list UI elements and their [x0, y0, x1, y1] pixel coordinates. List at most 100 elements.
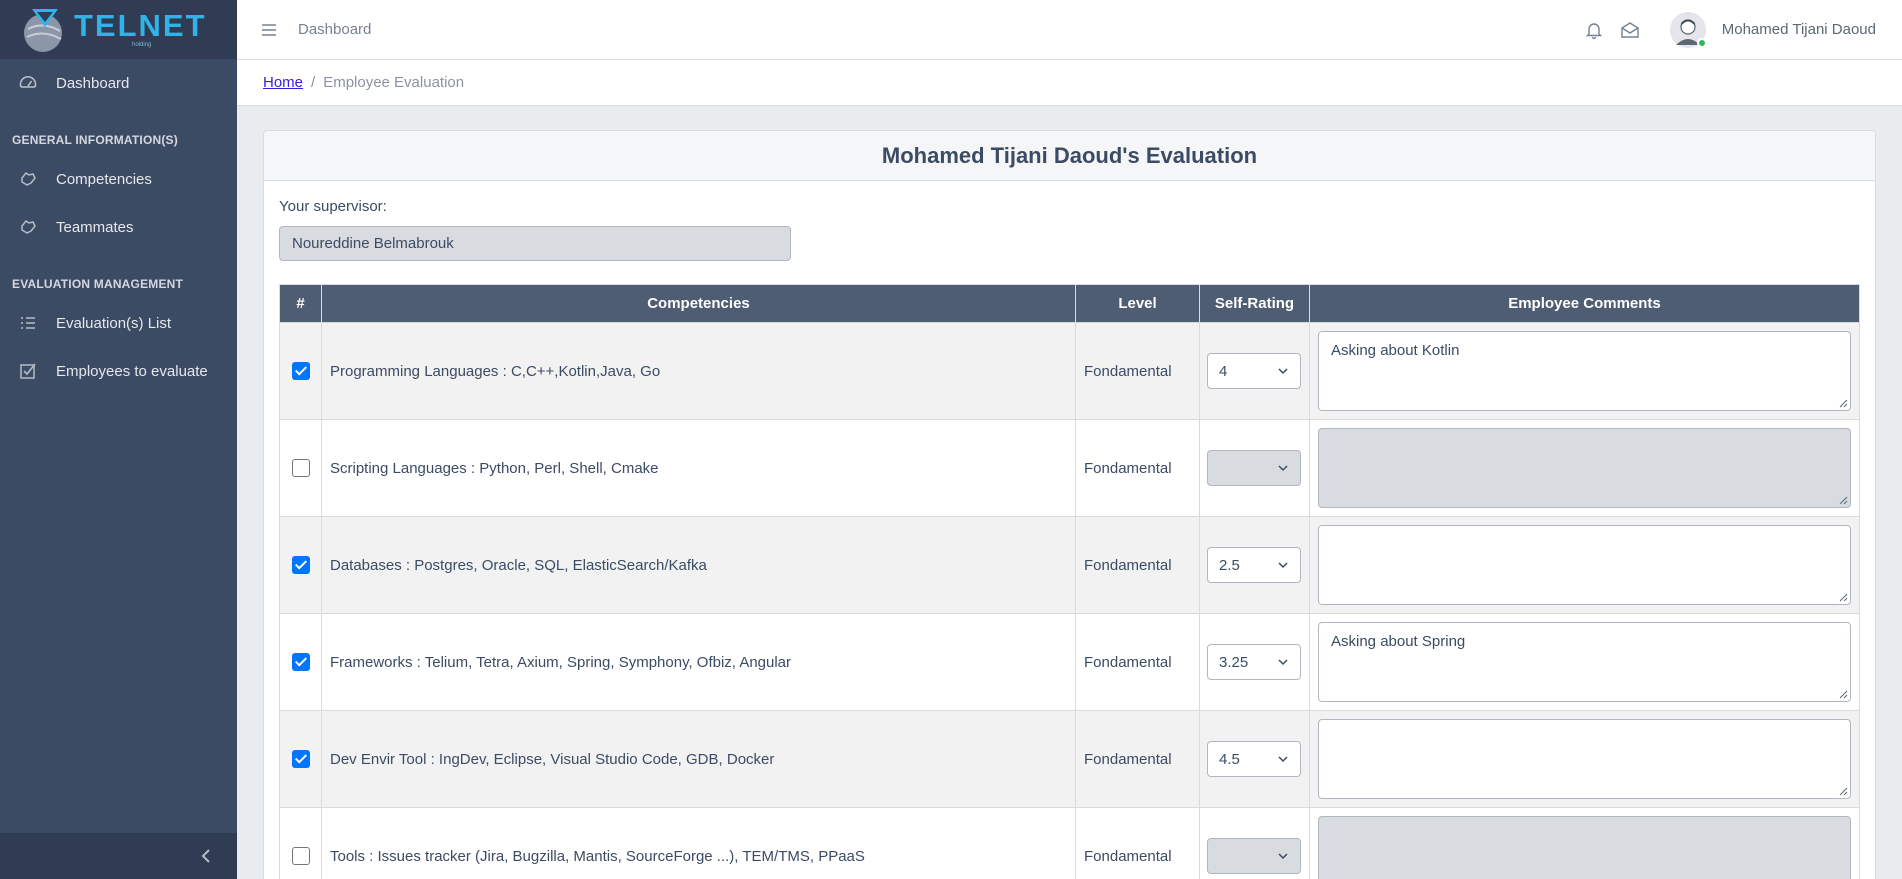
self-rating-value: 2.5	[1219, 556, 1240, 574]
table-row: Programming Languages : C,C++,Kotlin,Jav…	[279, 322, 1860, 420]
hamburger-menu-icon[interactable]	[261, 23, 277, 37]
column-header-self-rating: Self-Rating	[1199, 284, 1310, 323]
level-cell: Fondamental	[1075, 322, 1200, 420]
employee-comment-textarea[interactable]	[1318, 719, 1851, 799]
sidebar-item-competencies[interactable]: Competencies	[0, 155, 237, 203]
table-row: Frameworks : Telium, Tetra, Axium, Sprin…	[279, 613, 1860, 711]
comments-cell: Asking about Spring	[1309, 613, 1860, 711]
sidebar-item-label: Competencies	[56, 170, 152, 188]
self-rating-select[interactable]: 2.5	[1207, 547, 1301, 583]
evaluation-table: # Competencies Level Self-Rating Employe…	[279, 284, 1860, 879]
column-header-number: #	[279, 284, 322, 323]
resize-grip-icon[interactable]	[1839, 593, 1848, 602]
row-checkbox[interactable]	[291, 750, 310, 769]
level-cell: Fondamental	[1075, 419, 1200, 517]
envelope-open-icon[interactable]	[1620, 20, 1640, 40]
chevron-left-icon	[201, 849, 210, 863]
resize-grip-icon[interactable]	[1839, 690, 1848, 699]
bell-icon[interactable]	[1584, 20, 1604, 40]
self-rating-cell: 4	[1199, 322, 1310, 420]
row-checkbox[interactable]	[291, 847, 310, 866]
chevron-down-icon	[1278, 853, 1288, 860]
self-rating-value: 4.5	[1219, 750, 1240, 768]
row-checkbox[interactable]	[291, 556, 310, 575]
row-checkbox-cell	[279, 322, 322, 420]
comments-cell	[1309, 419, 1860, 517]
resize-grip-icon[interactable]	[1839, 787, 1848, 796]
table-row: Databases : Postgres, Oracle, SQL, Elast…	[279, 516, 1860, 614]
column-header-competencies: Competencies	[321, 284, 1076, 323]
checkbox-checked-icon	[20, 363, 36, 379]
row-checkbox-cell	[279, 710, 322, 808]
competency-cell: Frameworks : Telium, Tetra, Axium, Sprin…	[321, 613, 1076, 711]
avatar[interactable]	[1669, 11, 1707, 48]
sidebar-section-general: GENERAL INFORMATION(S)	[12, 133, 178, 147]
sidebar-item-teammates[interactable]: Teammates	[0, 203, 237, 251]
self-rating-cell: 4.5	[1199, 710, 1310, 808]
resize-grip-icon[interactable]	[1839, 496, 1848, 505]
row-checkbox[interactable]	[291, 459, 310, 478]
comments-cell	[1309, 710, 1860, 808]
top-header: Dashboard Mohamed Tijani Daoud	[237, 0, 1902, 60]
employee-comment-textarea[interactable]: Asking about Spring	[1318, 622, 1851, 702]
supervisor-field: Noureddine Belmabrouk	[279, 226, 791, 261]
header-dashboard-link[interactable]: Dashboard	[298, 21, 371, 38]
sidebar-item-employees-to-evaluate[interactable]: Employees to evaluate	[0, 347, 237, 395]
breadcrumb: Home / Employee Evaluation	[237, 60, 1902, 106]
puzzle-icon	[21, 171, 36, 186]
row-checkbox[interactable]	[291, 362, 310, 381]
level-cell: Fondamental	[1075, 613, 1200, 711]
brand-logo[interactable]: TELNET holding	[0, 0, 237, 59]
chevron-down-icon	[1278, 562, 1288, 569]
table-row: Tools : Issues tracker (Jira, Bugzilla, …	[279, 807, 1860, 879]
row-checkbox-cell	[279, 807, 322, 879]
breadcrumb-home-link[interactable]: Home	[263, 74, 303, 91]
self-rating-select[interactable]: 4.5	[1207, 741, 1301, 777]
competency-cell: Scripting Languages : Python, Perl, Shel…	[321, 419, 1076, 517]
row-checkbox[interactable]	[291, 653, 310, 672]
self-rating-select[interactable]: 4	[1207, 353, 1301, 389]
chevron-down-icon	[1278, 756, 1288, 763]
table-row: Scripting Languages : Python, Perl, Shel…	[279, 419, 1860, 517]
chevron-down-icon	[1278, 368, 1288, 375]
brand-name: TELNET	[74, 8, 207, 43]
sidebar-item-label: Employees to evaluate	[56, 362, 208, 380]
self-rating-select[interactable]	[1207, 450, 1301, 486]
employee-comment-text: Asking about Kotlin	[1331, 342, 1460, 359]
self-rating-value: 3.25	[1219, 653, 1249, 671]
level-cell: Fondamental	[1075, 516, 1200, 614]
competency-cell: Programming Languages : C,C++,Kotlin,Jav…	[321, 322, 1076, 420]
sidebar-section-evaluation: EVALUATION MANAGEMENT	[12, 277, 184, 291]
puzzle-icon	[21, 219, 36, 234]
employee-comment-textarea[interactable]: Asking about Kotlin	[1318, 331, 1851, 411]
employee-comment-textarea[interactable]	[1318, 428, 1851, 508]
self-rating-cell: 3.25	[1199, 613, 1310, 711]
breadcrumb-current: Employee Evaluation	[323, 74, 465, 91]
sidebar: TELNET holding Dashboard GENERAL INFORMA…	[0, 0, 237, 879]
online-status-dot	[1696, 37, 1707, 48]
sidebar-minimize-button[interactable]	[0, 833, 237, 879]
brand-subtitle: holding	[132, 42, 152, 48]
sidebar-item-label: Evaluation(s) List	[56, 314, 172, 332]
user-name[interactable]: Mohamed Tijani Daoud	[1722, 21, 1876, 38]
self-rating-select[interactable]	[1207, 838, 1301, 874]
sidebar-item-label: Dashboard	[56, 74, 130, 92]
employee-comment-textarea[interactable]	[1318, 525, 1851, 605]
self-rating-cell	[1199, 807, 1310, 879]
self-rating-select[interactable]: 3.25	[1207, 644, 1301, 680]
speedometer-icon	[19, 76, 37, 88]
evaluation-card: Mohamed Tijani Daoud's Evaluation Your s…	[263, 130, 1876, 879]
employee-comment-textarea[interactable]	[1318, 816, 1851, 879]
column-header-level: Level	[1075, 284, 1200, 323]
comments-cell	[1309, 516, 1860, 614]
sidebar-item-evaluation-list[interactable]: Evaluation(s) List	[0, 299, 237, 347]
level-cell: Fondamental	[1075, 710, 1200, 808]
resize-grip-icon[interactable]	[1839, 399, 1848, 408]
sidebar-item-dashboard[interactable]: Dashboard	[0, 59, 237, 107]
supervisor-label: Your supervisor:	[279, 198, 387, 215]
competency-cell: Tools : Issues tracker (Jira, Bugzilla, …	[321, 807, 1076, 879]
table-header-row: # Competencies Level Self-Rating Employe…	[279, 284, 1860, 323]
column-header-employee-comments: Employee Comments	[1309, 284, 1860, 323]
comments-cell: Asking about Kotlin	[1309, 322, 1860, 420]
self-rating-cell: 2.5	[1199, 516, 1310, 614]
